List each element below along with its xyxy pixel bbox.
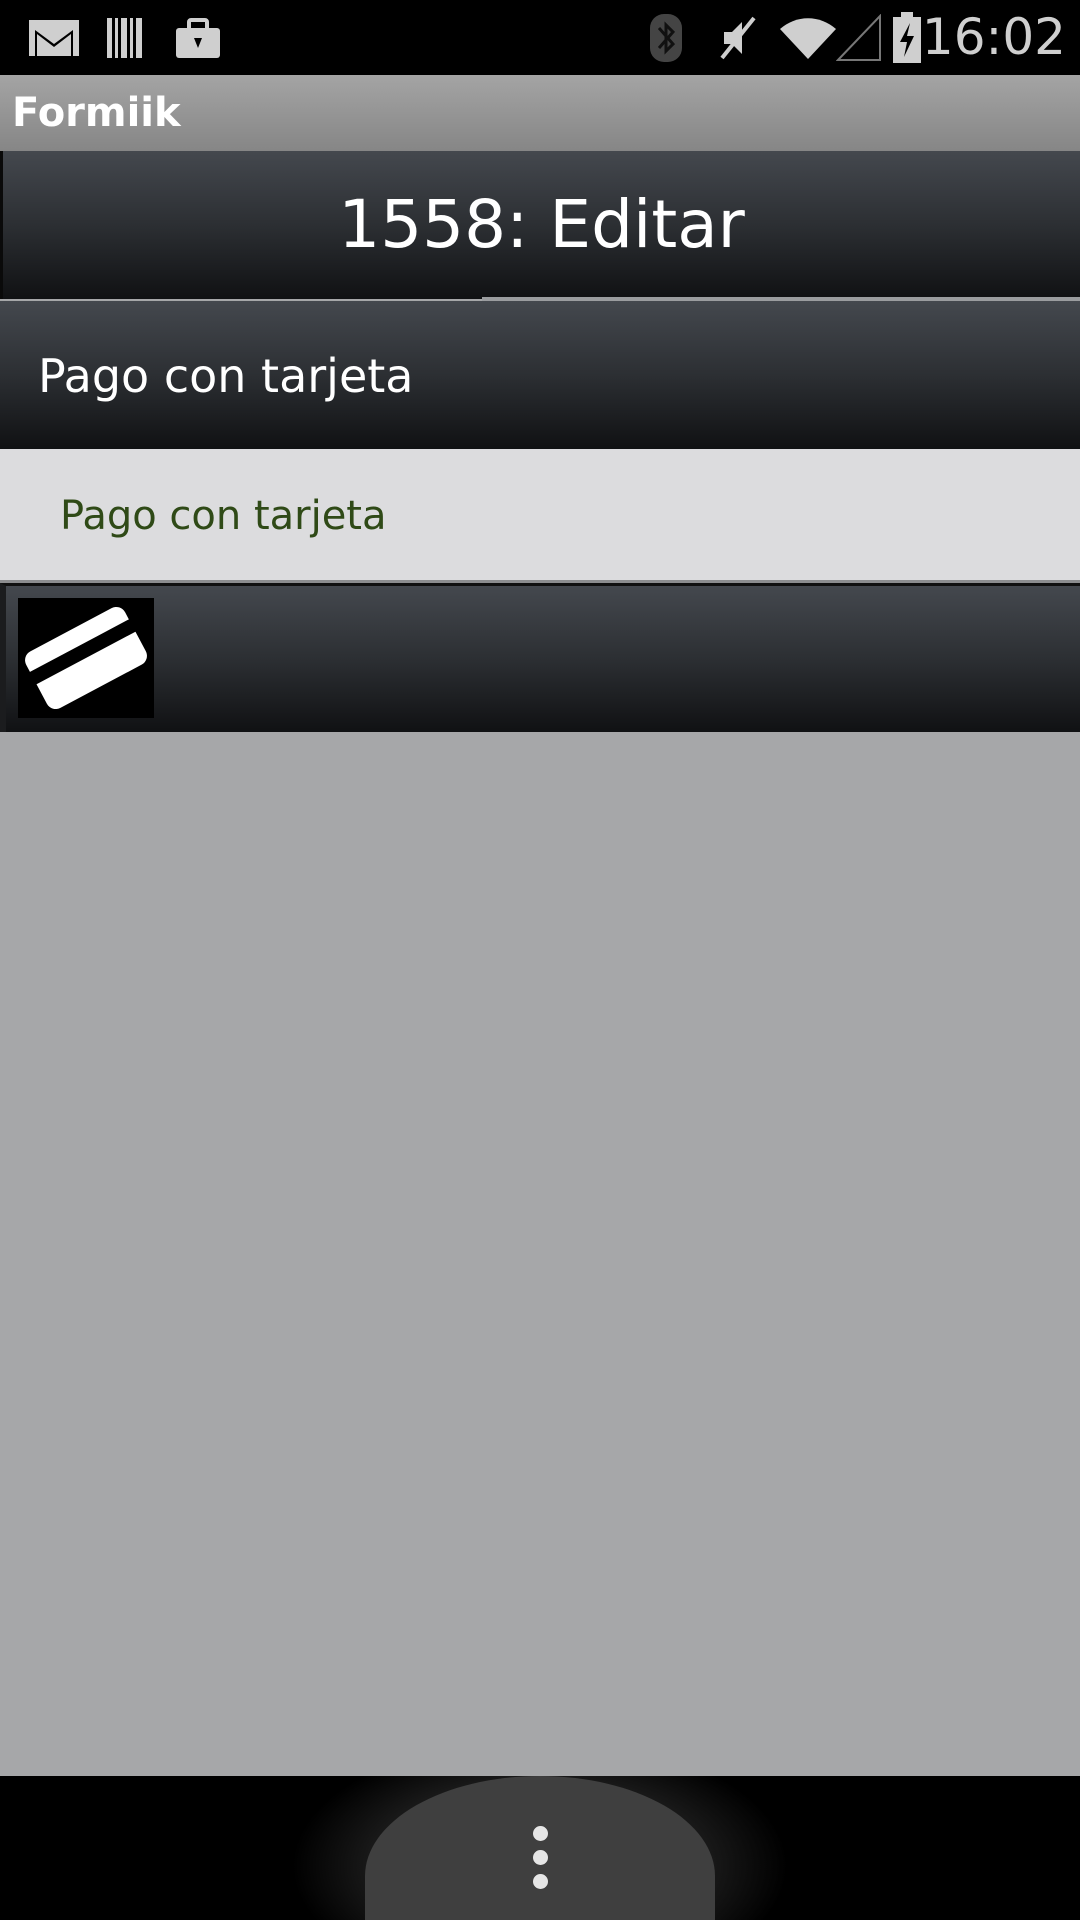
section-header: Pago con tarjeta — [0, 301, 1080, 449]
app-title: Formiik — [12, 90, 181, 136]
briefcase-icon — [172, 0, 224, 75]
wifi-icon — [776, 0, 840, 75]
battery-charging-icon — [890, 0, 924, 75]
credit-card-icon[interactable] — [18, 598, 154, 718]
overflow-menu-icon — [532, 1825, 548, 1889]
signal-icon — [834, 0, 884, 75]
card-action-row[interactable] — [0, 583, 1080, 732]
option-item-pago-con-tarjeta[interactable]: Pago con tarjeta — [0, 449, 1080, 583]
section-title: Pago con tarjeta — [38, 349, 414, 403]
option-label: Pago con tarjeta — [60, 493, 387, 539]
navigation-bar — [0, 1776, 1080, 1920]
page-title: 1558: Editar — [338, 186, 745, 263]
bluetooth-icon — [646, 0, 686, 75]
page-header: 1558: Editar — [0, 151, 1080, 299]
status-bar: 16:02 — [0, 0, 1080, 75]
mute-icon — [714, 0, 762, 75]
gmail-icon — [26, 0, 82, 75]
app-title-bar: Formiik — [0, 75, 1080, 151]
barcode-icon — [104, 0, 146, 75]
status-time: 16:02 — [921, 8, 1066, 66]
